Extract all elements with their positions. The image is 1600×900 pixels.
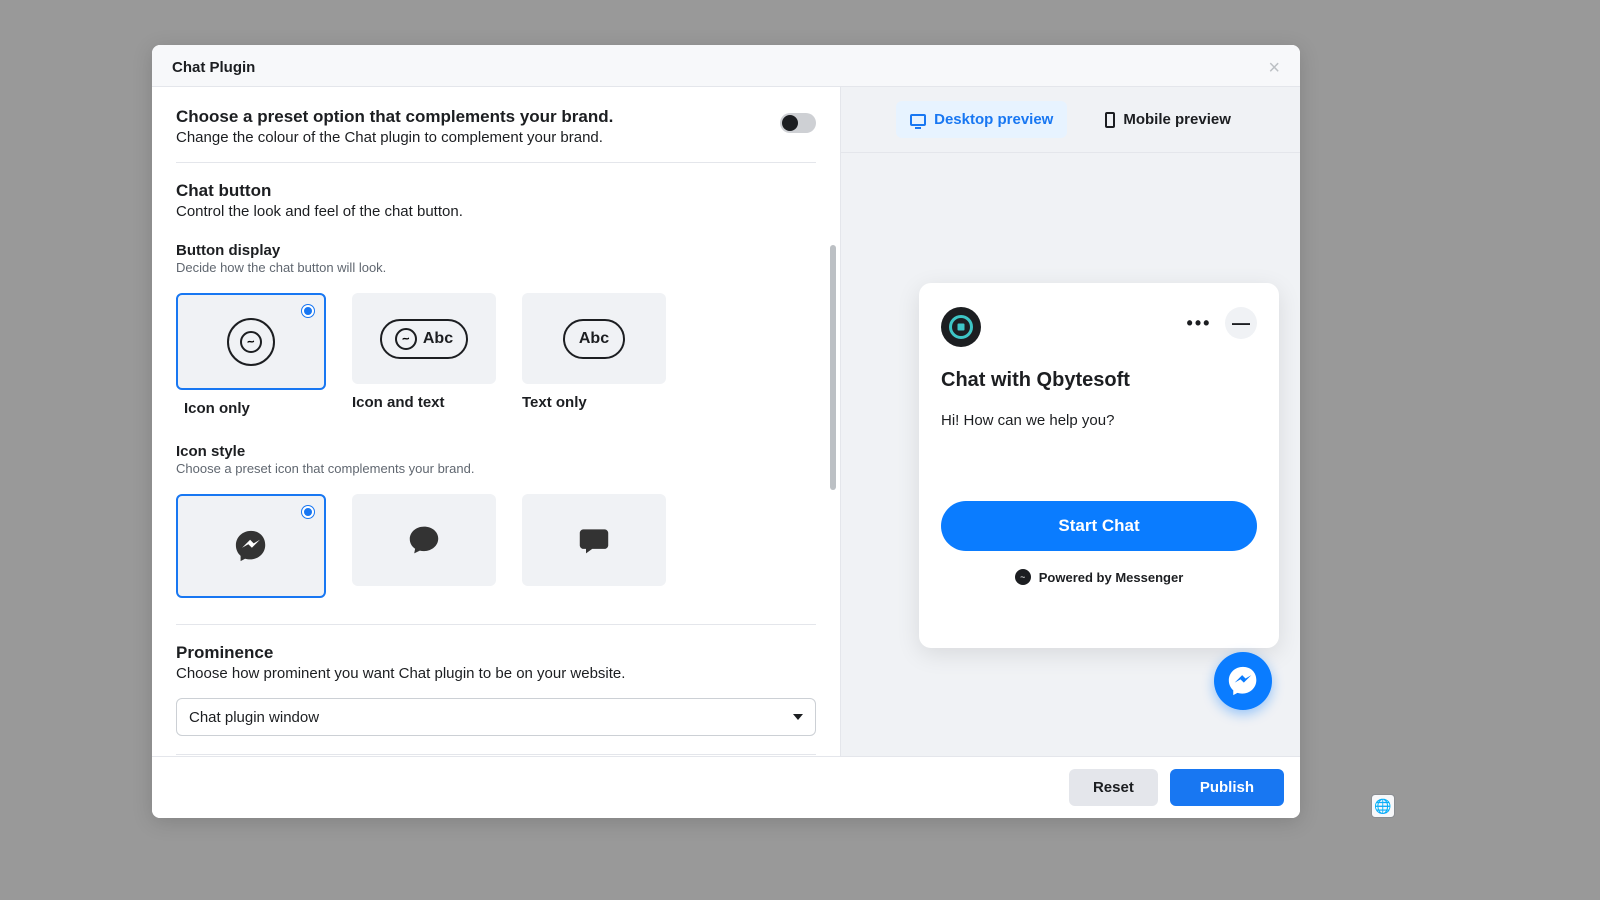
option-label: Icon only <box>184 400 326 417</box>
toggle-knob <box>782 115 798 131</box>
powered-by-row: ~ Powered by Messenger <box>941 569 1257 585</box>
tab-label: Mobile preview <box>1123 111 1231 128</box>
preview-tabs: Desktop preview Mobile preview <box>841 87 1300 153</box>
option-icon-and-text[interactable]: Abc Icon and text <box>352 293 496 417</box>
mobile-icon <box>1105 112 1115 128</box>
chat-fab-button[interactable] <box>1214 652 1272 710</box>
icon-style-speech-round[interactable] <box>352 494 496 586</box>
icon-style-desc: Choose a preset icon that complements yo… <box>176 461 816 476</box>
icon-style-options <box>176 494 816 598</box>
prominence-title: Prominence <box>176 643 816 663</box>
chat-title: Chat with Qbytesoft <box>941 369 1257 392</box>
radio-selected-icon <box>302 506 314 518</box>
button-display-options: Icon only Abc Icon and text <box>176 293 816 417</box>
button-display-heading: Button display <box>176 242 816 259</box>
scrollbar[interactable] <box>830 245 836 490</box>
modal-footer: Reset Publish <box>152 756 1300 818</box>
tab-desktop-preview[interactable]: Desktop preview <box>896 101 1067 138</box>
modal-header: Chat Plugin × <box>152 45 1300 87</box>
option-icon-only[interactable]: Icon only <box>176 293 326 417</box>
option-label: Text only <box>522 394 666 411</box>
chat-greeting: Hi! How can we help you? <box>941 412 1257 429</box>
close-icon[interactable]: × <box>1268 58 1280 78</box>
modal-title: Chat Plugin <box>172 59 255 76</box>
messenger-icon <box>1228 666 1258 696</box>
globe-icon[interactable]: 🌐 <box>1371 794 1395 818</box>
chevron-down-icon <box>793 714 803 720</box>
speech-bubble-square-icon <box>578 524 610 556</box>
preset-title: Choose a preset option that complements … <box>176 107 613 127</box>
option-label: Icon and text <box>352 394 496 411</box>
publish-button[interactable]: Publish <box>1170 769 1284 806</box>
icon-style-messenger[interactable] <box>176 494 326 598</box>
tab-mobile-preview[interactable]: Mobile preview <box>1091 101 1245 138</box>
preview-area: ••• — Chat with Qbytesoft Hi! How can we… <box>841 153 1300 756</box>
messenger-icon <box>227 318 275 366</box>
messenger-small-icon: ~ <box>1015 569 1031 585</box>
speech-bubble-round-icon <box>408 524 440 556</box>
messenger-filled-icon <box>235 530 267 562</box>
modal-body: Choose a preset option that complements … <box>152 87 1300 756</box>
preset-section: Choose a preset option that complements … <box>176 107 816 163</box>
reset-button[interactable]: Reset <box>1069 769 1158 806</box>
chat-button-title: Chat button <box>176 181 816 201</box>
chat-button-subtitle: Control the look and feel of the chat bu… <box>176 203 816 220</box>
divider <box>176 624 816 625</box>
minimize-icon[interactable]: — <box>1225 307 1257 339</box>
prominence-dropdown[interactable]: Chat plugin window <box>176 698 816 736</box>
powered-by-label: Powered by Messenger <box>1039 570 1184 585</box>
prominence-subtitle: Choose how prominent you want Chat plugi… <box>176 665 816 682</box>
brand-logo <box>933 299 990 356</box>
preview-panel: Desktop preview Mobile preview ••• — <box>841 87 1300 756</box>
icon-text-pill: Abc <box>380 319 468 359</box>
chat-preview-card: ••• — Chat with Qbytesoft Hi! How can we… <box>919 283 1279 648</box>
chat-plugin-modal: Chat Plugin × Choose a preset option tha… <box>152 45 1300 818</box>
text-only-pill: Abc <box>563 319 625 359</box>
preset-toggle[interactable] <box>780 113 816 133</box>
option-text-only[interactable]: Abc Text only <box>522 293 666 417</box>
button-display-desc: Decide how the chat button will look. <box>176 260 816 275</box>
more-options-icon[interactable]: ••• <box>1183 307 1215 339</box>
icon-style-heading: Icon style <box>176 443 816 460</box>
tab-label: Desktop preview <box>934 111 1053 128</box>
abc-label: Abc <box>579 330 609 348</box>
desktop-icon <box>910 114 926 126</box>
dropdown-value: Chat plugin window <box>189 709 319 726</box>
settings-panel[interactable]: Choose a preset option that complements … <box>152 87 841 756</box>
radio-selected-icon <box>302 305 314 317</box>
icon-style-speech-square[interactable] <box>522 494 666 586</box>
abc-label: Abc <box>423 330 453 348</box>
preset-subtitle: Change the colour of the Chat plugin to … <box>176 129 613 146</box>
start-chat-button[interactable]: Start Chat <box>941 501 1257 551</box>
